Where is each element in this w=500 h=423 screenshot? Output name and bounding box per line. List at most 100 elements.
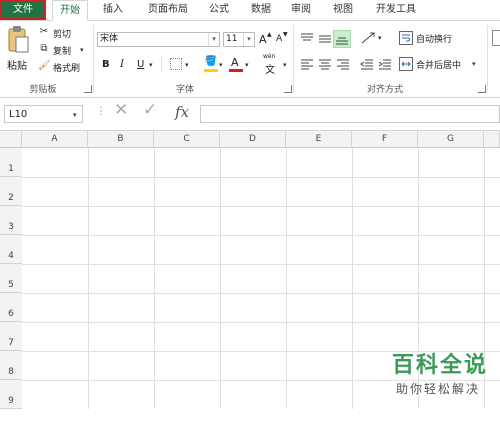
formula-input[interactable] [200, 105, 500, 123]
paste-icon [8, 26, 29, 53]
align-bottom-button[interactable] [333, 30, 351, 48]
chevron-down-icon[interactable]: ▾ [73, 109, 77, 121]
column-header[interactable]: A [22, 131, 88, 147]
text-orientation-icon[interactable] [360, 31, 378, 45]
column-header[interactable]: B [88, 131, 154, 147]
column-header[interactable]: C [154, 131, 220, 147]
column-header[interactable]: G [418, 131, 484, 147]
bold-button[interactable]: B [102, 59, 110, 70]
tab-home[interactable]: 开始 [52, 0, 88, 21]
merge-cells-icon [399, 57, 413, 71]
caret-down-icon: ▼ [283, 31, 288, 38]
align-right-icon[interactable] [336, 58, 350, 70]
chevron-down-icon[interactable]: ▾ [208, 33, 219, 46]
paste-button[interactable]: 粘贴 [4, 25, 32, 73]
chevron-down-icon: ▾ [80, 46, 84, 54]
align-middle-icon[interactable] [318, 33, 332, 45]
font-size-value: 11 [226, 34, 238, 44]
chevron-down-icon[interactable]: ▾ [283, 59, 287, 71]
chevron-down-icon[interactable]: ▾ [149, 59, 153, 71]
column-header[interactable] [484, 131, 500, 147]
alignment-group-label: 对齐方式 [366, 85, 403, 95]
row-header[interactable]: 9 [0, 380, 22, 409]
tab-data[interactable]: 数据 [244, 0, 278, 20]
alignment-dialog-launcher[interactable] [478, 85, 486, 93]
row-header[interactable]: 8 [0, 351, 22, 380]
font-name-value: 宋体 [100, 34, 119, 44]
chevron-down-icon[interactable]: ▾ [185, 59, 189, 71]
chevron-down-icon[interactable]: ▾ [472, 58, 476, 70]
tab-review[interactable]: 审阅 [284, 0, 318, 20]
align-left-icon[interactable] [300, 58, 314, 70]
font-dialog-launcher[interactable] [284, 85, 292, 93]
font-name-combo[interactable]: 宋体 ▾ [97, 32, 220, 47]
name-box[interactable]: L10 ▾ [4, 105, 83, 123]
font-color-button[interactable]: A [229, 56, 243, 72]
italic-button[interactable]: I [120, 59, 124, 70]
insert-function-icon[interactable]: fx [175, 103, 189, 121]
row-header[interactable]: 5 [0, 264, 22, 293]
column-header[interactable]: D [220, 131, 286, 147]
row-header[interactable]: 3 [0, 206, 22, 235]
grow-font-button[interactable]: A ▲ [258, 31, 272, 47]
decrease-indent-icon[interactable] [360, 58, 374, 70]
paste-label: 粘贴 [7, 61, 27, 72]
grid-line [22, 235, 500, 236]
number-format-icon[interactable] [492, 30, 500, 46]
font-color-swatch [229, 69, 243, 72]
chevron-down-icon[interactable]: ▾ [243, 33, 254, 46]
paint-bucket-icon: 🪣 [204, 56, 218, 67]
chevron-down-icon[interactable]: ▾ [245, 59, 249, 71]
grid-line [22, 264, 500, 265]
align-center-icon[interactable] [318, 58, 332, 70]
wrap-text-button[interactable]: 自动换行 [398, 30, 460, 46]
divider [161, 56, 162, 72]
borders-icon[interactable] [170, 58, 182, 70]
formula-bar: L10 ▾ ⋮ ✕ ✓ fx [0, 98, 500, 131]
row-header[interactable]: 6 [0, 293, 22, 322]
column-header[interactable]: F [352, 131, 418, 147]
wrap-text-label: 自动换行 [416, 35, 453, 45]
tab-insert[interactable]: 插入 [96, 0, 130, 20]
tab-formulas[interactable]: 公式 [202, 0, 236, 20]
row-header[interactable]: 1 [0, 148, 22, 177]
tab-file[interactable]: 文件 [0, 0, 46, 20]
watermark-title: 百科全说 [391, 353, 488, 378]
tab-page-layout[interactable]: 页面布局 [140, 0, 196, 20]
copy-button[interactable]: ⧉ 复制 ▾ [38, 43, 90, 57]
tab-view[interactable]: 视图 [326, 0, 360, 20]
grid-line [22, 293, 500, 294]
align-bottom-icon [336, 37, 348, 45]
select-all-corner[interactable] [0, 131, 22, 147]
copy-label: 复制 [53, 47, 72, 57]
font-color-icon: A [231, 56, 239, 69]
grid-line [286, 148, 287, 409]
merge-center-button[interactable]: 合并后居中 ▾ [398, 56, 480, 72]
chevron-down-icon[interactable]: ▾ [378, 32, 382, 44]
font-size-combo[interactable]: 11 ▾ [223, 32, 255, 47]
grid-line [352, 148, 353, 409]
column-header[interactable]: E [286, 131, 352, 147]
grid-line [88, 148, 89, 409]
group-divider [293, 25, 294, 93]
phonetic-guide-button[interactable]: wén 文 [262, 53, 284, 76]
more-options-icon: ⋮ [96, 106, 106, 117]
increase-indent-icon[interactable] [378, 58, 392, 70]
align-top-icon[interactable] [300, 33, 314, 45]
enter-check-icon[interactable]: ✓ [143, 102, 157, 119]
copy-icon: ⧉ [40, 43, 48, 54]
fill-color-button[interactable]: 🪣 [204, 56, 218, 72]
row-header[interactable]: 2 [0, 177, 22, 206]
row-header[interactable]: 7 [0, 322, 22, 351]
tab-developer[interactable]: 开发工具 [368, 0, 424, 20]
cut-button[interactable]: ✂ 剪切 [38, 26, 78, 40]
shrink-font-button[interactable]: A ▼ [275, 31, 289, 47]
cancel-icon[interactable]: ✕ [114, 102, 128, 119]
chevron-down-icon[interactable]: ▾ [219, 59, 223, 71]
pinyin-label: wén [263, 53, 276, 60]
font-group-label: 字体 [175, 85, 194, 95]
underline-button[interactable]: U [137, 59, 144, 70]
row-header[interactable]: 4 [0, 235, 22, 264]
clipboard-dialog-launcher[interactable] [84, 85, 92, 93]
format-painter-button[interactable]: 🖌 格式刷 [38, 60, 88, 74]
